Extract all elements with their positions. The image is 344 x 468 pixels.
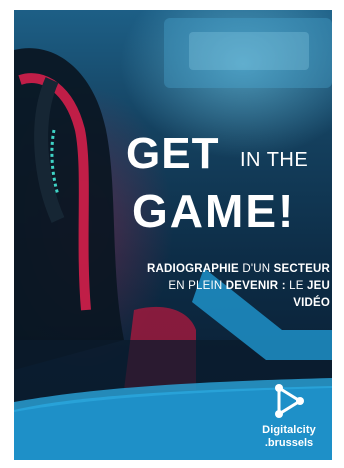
logo-name: Digitalcity xyxy=(262,424,316,436)
subtitle-line-1: RADIOGRAPHIE D'UN SECTEUR xyxy=(130,261,330,278)
play-network-icon xyxy=(275,384,304,418)
subtitle-word: EN PLEIN xyxy=(168,280,223,292)
subtitle-word: LE xyxy=(289,280,304,292)
subtitle-word: RADIOGRAPHIE xyxy=(147,263,239,275)
subtitle-word: SECTEUR xyxy=(273,263,330,275)
brochure-cover: GET IN THE GAME! RADIOGRAPHIE D'UN SECTE… xyxy=(14,10,332,460)
subtitle: RADIOGRAPHIE D'UN SECTEUR EN PLEIN DEVEN… xyxy=(130,261,330,312)
subtitle-word: DEVENIR : xyxy=(225,280,286,292)
headline-game: GAME! xyxy=(132,185,296,237)
headline-in-the: IN THE xyxy=(240,149,309,171)
digitalcity-logo: Digitalcity .brussels xyxy=(252,380,326,454)
logo-sub: .brussels xyxy=(264,437,314,449)
subtitle-line-2: EN PLEIN DEVENIR : LE JEU VIDÉO xyxy=(130,278,330,312)
subtitle-word: D'UN xyxy=(242,263,271,275)
headline-get: GET xyxy=(126,129,220,178)
